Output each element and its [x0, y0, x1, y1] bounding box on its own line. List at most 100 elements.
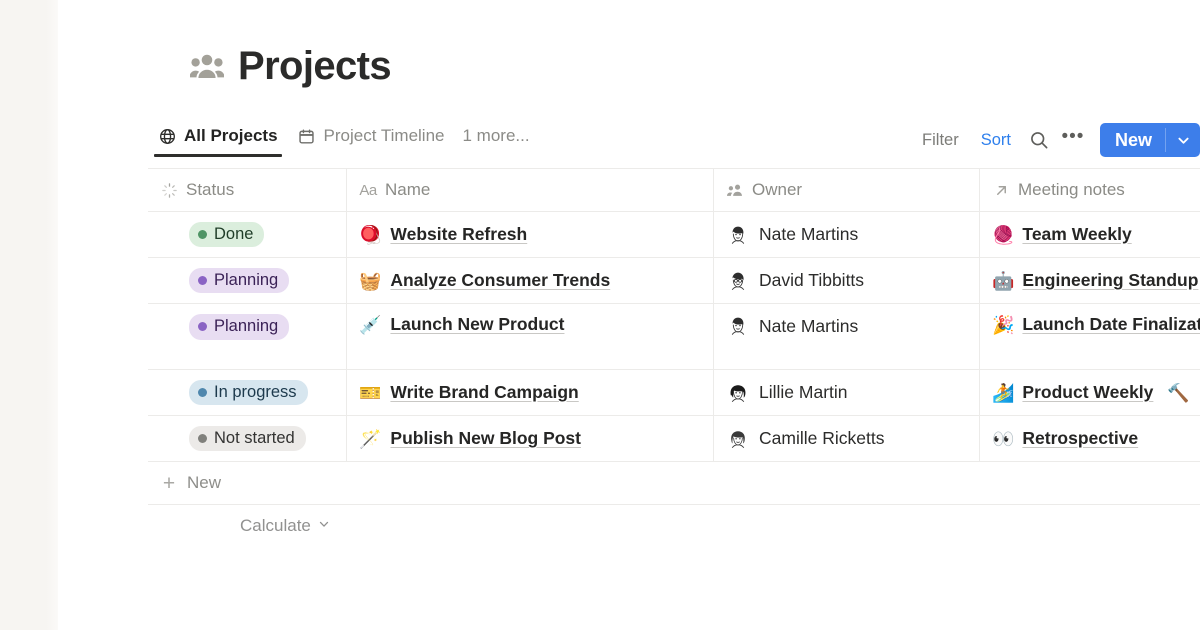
- people-group-icon: [190, 53, 224, 79]
- view-tabs: All Projects Project Timeline 1 more...: [148, 122, 538, 157]
- page-link[interactable]: Launch New Product: [390, 314, 564, 335]
- relation-link[interactable]: Retrospective: [1022, 428, 1138, 449]
- cell-status[interactable]: Done: [148, 212, 347, 257]
- avatar: [726, 314, 750, 338]
- owner-name: Nate Martins: [759, 316, 858, 337]
- avatar: [726, 269, 750, 293]
- relation-link[interactable]: Team Weekly: [1022, 224, 1131, 245]
- plus-icon: +: [160, 473, 178, 494]
- status-dot: [198, 276, 207, 285]
- relation-emoji-icon: 🔨: [1167, 384, 1189, 402]
- page-link[interactable]: Analyze Consumer Trends: [390, 270, 610, 291]
- new-button[interactable]: New: [1100, 123, 1200, 157]
- page-link[interactable]: Website Refresh: [390, 224, 527, 245]
- relation-chip[interactable]: 🤖 Engineering Standup: [992, 270, 1198, 291]
- relation-chip[interactable]: 🎉 Launch Date Finalization: [992, 314, 1200, 335]
- add-new-row-button[interactable]: + New: [148, 462, 1200, 505]
- cell-owner[interactable]: David Tibbitts: [714, 258, 980, 303]
- cell-meeting-notes[interactable]: 🎉 Launch Date Finalization: [980, 304, 1200, 369]
- relation-emoji-icon: 🧶: [992, 226, 1014, 244]
- new-button-label: New: [1100, 123, 1165, 157]
- relation-chip-secondary[interactable]: 🔨: [1167, 384, 1189, 402]
- search-icon[interactable]: [1024, 126, 1054, 154]
- tab-project-timeline[interactable]: Project Timeline: [288, 122, 455, 157]
- status-dot: [198, 388, 207, 397]
- table-row[interactable]: Planning 💉 Launch New Product: [148, 304, 1200, 370]
- table-row[interactable]: In progress 🎫 Write Brand Campaign: [148, 370, 1200, 416]
- page-link[interactable]: Publish New Blog Post: [390, 428, 581, 449]
- sort-button[interactable]: Sort: [972, 126, 1020, 155]
- relation-chip[interactable]: 👀 Retrospective: [992, 428, 1138, 449]
- chevron-down-icon: [317, 516, 331, 536]
- status-badge: Done: [189, 222, 264, 248]
- owner-name: Nate Martins: [759, 224, 858, 245]
- people-icon: [726, 181, 744, 199]
- cell-meeting-notes[interactable]: 🤖 Engineering Standup: [980, 258, 1200, 303]
- status-label: Planning: [214, 317, 278, 336]
- relation-link[interactable]: Product Weekly: [1022, 382, 1153, 403]
- cell-name[interactable]: 💉 Launch New Product: [347, 304, 714, 369]
- relation-link[interactable]: Engineering Standup: [1022, 270, 1198, 291]
- ellipsis-icon[interactable]: •••: [1058, 126, 1088, 154]
- table-footer: Calculate: [148, 505, 1200, 547]
- tab-label: All Projects: [184, 126, 278, 146]
- column-header-meeting-notes[interactable]: Meeting notes: [980, 169, 1200, 211]
- table-row[interactable]: Not started 🪄 Publish New Blog Post: [148, 416, 1200, 462]
- column-header-label: Status: [186, 180, 234, 200]
- column-header-label: Meeting notes: [1018, 180, 1125, 200]
- cell-meeting-notes[interactable]: 🧶 Team Weekly: [980, 212, 1200, 257]
- filter-button[interactable]: Filter: [913, 126, 968, 155]
- cell-owner[interactable]: Lillie Martin: [714, 370, 980, 415]
- relation-link[interactable]: Launch Date Finalization: [1022, 314, 1200, 335]
- avatar: [726, 223, 750, 247]
- chevron-down-icon[interactable]: [1166, 123, 1200, 157]
- cell-status[interactable]: In progress: [148, 370, 347, 415]
- cell-name[interactable]: 🧺 Analyze Consumer Trends: [347, 258, 714, 303]
- cell-name[interactable]: 🎫 Write Brand Campaign: [347, 370, 714, 415]
- toolbar-actions: Filter Sort ••• New: [913, 122, 1200, 157]
- cell-status[interactable]: Planning: [148, 258, 347, 303]
- row-emoji-icon: 🪀: [359, 226, 381, 244]
- status-badge: Not started: [189, 426, 306, 452]
- table-row[interactable]: Done 🪀 Website Refresh: [148, 212, 1200, 258]
- cell-meeting-notes[interactable]: 👀 Retrospective: [980, 416, 1200, 461]
- main-content: Projects All Projects: [58, 0, 1200, 630]
- relation-arrow-icon: [992, 181, 1010, 199]
- cell-owner[interactable]: Nate Martins: [714, 304, 980, 369]
- relation-emoji-icon: 🎉: [992, 316, 1014, 334]
- view-toolbar: All Projects Project Timeline 1 more...: [148, 122, 1200, 160]
- add-new-row-label: New: [187, 473, 221, 493]
- column-header-status[interactable]: Status: [148, 169, 347, 211]
- cell-meeting-notes[interactable]: 🏄 Product Weekly 🔨: [980, 370, 1200, 415]
- row-emoji-icon: 🧺: [359, 272, 381, 290]
- tabs-more-button[interactable]: 1 more...: [454, 122, 537, 157]
- avatar: [726, 381, 750, 405]
- tab-label: Project Timeline: [324, 126, 445, 146]
- globe-icon: [158, 127, 176, 145]
- status-dot: [198, 322, 207, 331]
- cell-name[interactable]: 🪄 Publish New Blog Post: [347, 416, 714, 461]
- tab-all-projects[interactable]: All Projects: [148, 122, 288, 157]
- cell-owner[interactable]: Camille Ricketts: [714, 416, 980, 461]
- column-header-label: Name: [385, 180, 430, 200]
- cell-status[interactable]: Not started: [148, 416, 347, 461]
- status-label: Done: [214, 225, 253, 244]
- relation-emoji-icon: 👀: [992, 430, 1014, 448]
- owner-name: Lillie Martin: [759, 382, 848, 403]
- status-dot: [198, 434, 207, 443]
- relation-chip[interactable]: 🏄 Product Weekly: [992, 382, 1153, 403]
- relation-chip[interactable]: 🧶 Team Weekly: [992, 224, 1132, 245]
- column-header-owner[interactable]: Owner: [714, 169, 980, 211]
- calculate-button[interactable]: Calculate: [240, 516, 331, 536]
- aa-text-icon: Aa: [359, 181, 377, 199]
- relation-emoji-icon: 🤖: [992, 272, 1014, 290]
- cell-status[interactable]: Planning: [148, 304, 347, 369]
- cell-owner[interactable]: Nate Martins: [714, 212, 980, 257]
- page-link[interactable]: Write Brand Campaign: [390, 382, 578, 403]
- column-header-name[interactable]: Aa Name: [347, 169, 714, 211]
- status-badge: Planning: [189, 314, 289, 340]
- table-row[interactable]: Planning 🧺 Analyze Consumer Trends: [148, 258, 1200, 304]
- cell-name[interactable]: 🪀 Website Refresh: [347, 212, 714, 257]
- row-emoji-icon: 🎫: [359, 384, 381, 402]
- table-header-row: Status Aa Name Owner: [148, 168, 1200, 212]
